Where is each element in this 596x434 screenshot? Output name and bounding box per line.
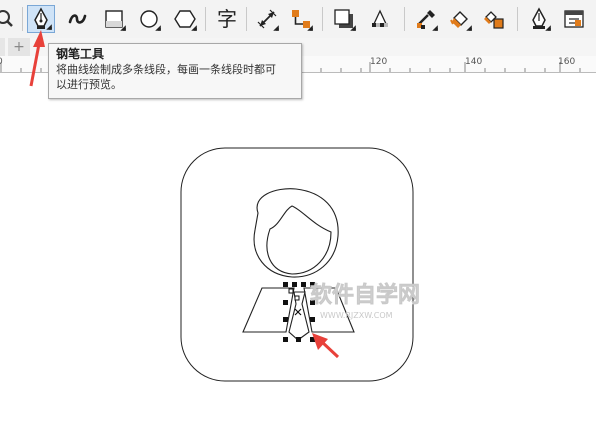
watermark-text: 软件自学网 xyxy=(310,282,420,308)
left-shoulder-shape[interactable] xyxy=(242,287,295,333)
tooltip-description-line: 以进行预览。 xyxy=(56,78,122,91)
pen-tool-tooltip: 钢笔工具 将曲线绘制成多条线段，每画一条线段时都可 以进行预览。 xyxy=(48,43,302,99)
tooltip-description-line: 将曲线绘制成多条线段，每画一条线段时都可 xyxy=(56,63,276,76)
watermark-url: WWW.RJZXW.COM xyxy=(320,311,393,320)
arrow-annotation-icon xyxy=(29,30,45,87)
arrow-annotation-icon xyxy=(312,333,340,359)
node-handle[interactable] xyxy=(294,295,300,301)
node-handle[interactable] xyxy=(288,288,294,294)
tooltip-title: 钢笔工具 xyxy=(56,47,105,61)
